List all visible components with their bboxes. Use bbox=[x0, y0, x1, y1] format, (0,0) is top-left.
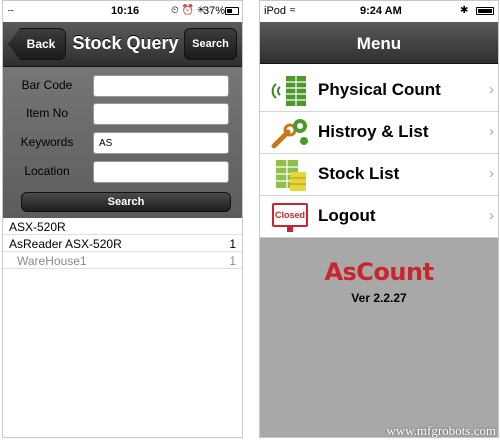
search-button[interactable]: Search bbox=[21, 192, 231, 212]
history-list-icon bbox=[270, 116, 310, 150]
page-title: Stock Query bbox=[72, 33, 179, 53]
watermark: www.mfgrobots.com bbox=[386, 423, 496, 438]
nav-bar: Back Stock Query Search bbox=[3, 22, 242, 67]
query-form: Bar Code Item No Keywords AS Location Se… bbox=[3, 67, 242, 218]
battery-percent: 37% bbox=[203, 5, 226, 17]
nav-bar: Menu bbox=[260, 22, 498, 64]
menu-item-history-list[interactable]: Histroy & List › bbox=[260, 112, 498, 154]
location-input[interactable] bbox=[93, 161, 229, 183]
status-icons: ⏲ ⏰ ✳ bbox=[171, 5, 206, 16]
menu-item-logout[interactable]: Closed Logout › bbox=[260, 196, 498, 238]
version-label: Ver 2.2.27 bbox=[351, 291, 407, 305]
signal-icon: ∙∙∙∙ bbox=[7, 5, 14, 15]
status-bar: ∙∙∙∙ 10:16 ⏲ ⏰ ✳ 37% bbox=[3, 1, 242, 22]
menu-item-label: Logout bbox=[318, 206, 376, 225]
bar-code-input[interactable] bbox=[93, 75, 229, 97]
chevron-right-icon: › bbox=[489, 165, 494, 182]
item-no-row: Item No bbox=[3, 103, 242, 125]
result-count: 1 bbox=[229, 254, 236, 268]
battery-icon bbox=[225, 7, 239, 15]
menu-item-label: Physical Count bbox=[318, 80, 441, 99]
status-time: 9:24 AM bbox=[360, 5, 402, 17]
list-item[interactable]: AsReader ASX-520R 1 bbox=[3, 235, 242, 252]
status-time: 10:16 bbox=[111, 5, 140, 17]
location-row: Location bbox=[3, 161, 242, 183]
closed-sign: Closed bbox=[272, 203, 308, 227]
keywords-label: Keywords bbox=[20, 135, 74, 149]
results-list: ASX-520R AsReader ASX-520R 1 WareHouse1 … bbox=[3, 218, 242, 269]
stock-list-icon bbox=[270, 158, 310, 192]
chevron-right-icon: › bbox=[489, 81, 494, 98]
about-panel: AsCount Ver 2.2.27 bbox=[260, 238, 498, 437]
bar-code-label: Bar Code bbox=[21, 78, 73, 92]
result-text: ASX-520R bbox=[9, 220, 66, 234]
bluetooth-icon: ✱ bbox=[460, 5, 469, 16]
page-title: Menu bbox=[356, 34, 402, 53]
keywords-input[interactable]: AS bbox=[93, 132, 229, 154]
status-bar: iPod ≈ 9:24 AM ✱ bbox=[260, 1, 498, 22]
list-item[interactable]: ASX-520R bbox=[3, 218, 242, 235]
stock-query-screen: ∙∙∙∙ 10:16 ⏲ ⏰ ✳ 37% Back Stock Query Se… bbox=[2, 0, 243, 438]
physical-count-icon bbox=[270, 74, 310, 108]
wifi-icon: ≈ bbox=[290, 5, 296, 16]
chevron-right-icon: › bbox=[489, 207, 494, 224]
battery-icon bbox=[476, 7, 494, 15]
item-no-label: Item No bbox=[25, 106, 68, 120]
result-text: AsReader ASX-520R bbox=[9, 237, 122, 251]
menu-item-label: Histroy & List bbox=[318, 122, 429, 141]
carrier-label: iPod bbox=[264, 5, 287, 17]
list-item[interactable]: WareHouse1 1 bbox=[3, 252, 242, 269]
menu-item-label: Stock List bbox=[318, 164, 400, 183]
result-count: 1 bbox=[229, 237, 236, 251]
back-button[interactable]: Back bbox=[8, 28, 66, 60]
result-text: WareHouse1 bbox=[17, 254, 87, 268]
keywords-row: Keywords AS bbox=[3, 132, 242, 154]
menu-item-stock-list[interactable]: Stock List › bbox=[260, 154, 498, 196]
item-no-input[interactable] bbox=[93, 103, 229, 125]
bar-code-row: Bar Code bbox=[3, 75, 242, 97]
chevron-right-icon: › bbox=[489, 123, 494, 140]
menu-screen: iPod ≈ 9:24 AM ✱ Menu Physical Count › H… bbox=[259, 0, 499, 438]
app-logo: AsCount bbox=[324, 258, 434, 286]
logout-icon: Closed bbox=[270, 200, 310, 234]
main-menu: Physical Count › Histroy & List › Stock … bbox=[260, 70, 498, 238]
search-nav-button[interactable]: Search bbox=[184, 28, 237, 60]
menu-item-physical-count[interactable]: Physical Count › bbox=[260, 70, 498, 112]
location-label: Location bbox=[24, 164, 70, 178]
